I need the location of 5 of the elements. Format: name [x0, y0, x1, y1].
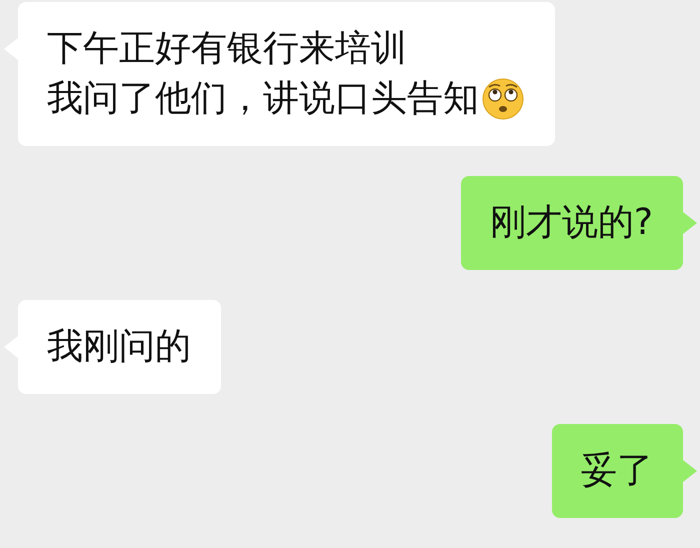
message-text: 妥了 [581, 449, 653, 493]
message-text: 我刚问的 [47, 325, 191, 369]
message-text: 下午正好有银行来培训 [47, 27, 407, 71]
message-text: 刚才说的? [490, 201, 653, 245]
message-text: 我问了他们，讲说口头告知 [47, 77, 479, 121]
